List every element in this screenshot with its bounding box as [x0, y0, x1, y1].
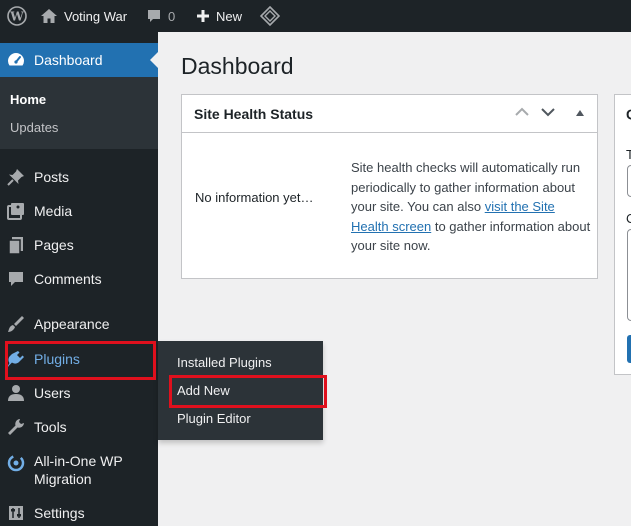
sidebar-item-label: Settings: [34, 505, 85, 521]
quick-draft-widget: Q T C: [614, 94, 631, 375]
new-content-menu[interactable]: New: [196, 0, 242, 32]
title-input[interactable]: [627, 165, 631, 197]
move-up-button[interactable]: [512, 103, 532, 123]
sidebar-item-users[interactable]: Users: [0, 376, 158, 410]
title-field-label: T: [626, 147, 631, 162]
paintbrush-icon: [6, 314, 26, 334]
no-information-text: No information yet…: [195, 190, 314, 205]
sidebar-item-label: All-in-One WP Migration: [34, 452, 123, 488]
diamond-icon: [260, 6, 280, 26]
chevron-down-icon: [541, 104, 555, 122]
site-name: Voting War: [64, 8, 128, 24]
pushpin-icon: [6, 167, 26, 187]
sidebar-item-label-line1: All-in-One WP: [34, 453, 123, 469]
wrench-icon: [6, 417, 26, 437]
speech-bubble-icon: [146, 8, 162, 24]
sidebar-item-label: Comments: [34, 271, 102, 287]
wordpress-logo-icon: W: [7, 6, 27, 26]
widget-title: Site Health Status: [194, 106, 314, 122]
sidebar-item-label: Users: [34, 385, 71, 401]
submenu-item-plugin-editor[interactable]: Plugin Editor: [177, 411, 251, 426]
site-name-link[interactable]: Voting War: [40, 0, 127, 32]
chevron-up-icon: [515, 104, 529, 122]
settings-sliders-icon: [6, 503, 26, 523]
page-title: Dashboard: [181, 53, 294, 79]
content-textarea[interactable]: [627, 229, 631, 321]
sidebar-item-label-line2: Migration: [34, 471, 92, 487]
sidebar-item-label: Dashboard: [34, 52, 103, 68]
sidebar-item-label: Pages: [34, 237, 74, 253]
comments-count: 0: [168, 8, 176, 24]
admin-sidebar: Dashboard Home Updates Posts Media Pages…: [0, 32, 158, 526]
plus-icon: [196, 9, 210, 23]
site-health-widget: Site Health Status No information yet… S…: [181, 94, 598, 279]
sidebar-item-settings[interactable]: Settings: [0, 496, 158, 526]
sidebar-item-posts[interactable]: Posts: [0, 160, 158, 194]
home-icon: [40, 8, 58, 24]
pages-icon: [6, 235, 26, 255]
sidebar-item-label: Posts: [34, 169, 70, 185]
add-new-highlight-box: [169, 375, 327, 408]
plugins-highlight-box: [5, 341, 156, 380]
sidebar-item-comments[interactable]: Comments: [0, 262, 158, 296]
sidebar-item-label: Appearance: [34, 316, 110, 332]
sidebar-item-tools[interactable]: Tools: [0, 410, 158, 444]
comment-icon: [6, 269, 26, 289]
sidebar-item-label: Media: [34, 203, 73, 219]
sidebar-item-media[interactable]: Media: [0, 194, 158, 228]
wordpress-menu[interactable]: W: [4, 0, 30, 32]
caret-up-icon: [575, 104, 585, 122]
new-label: New: [216, 8, 243, 24]
sidebar-item-dashboard[interactable]: Dashboard: [0, 43, 158, 77]
sidebar-item-appearance[interactable]: Appearance: [0, 307, 158, 341]
submenu-item-home[interactable]: Home: [10, 92, 46, 107]
widget-header: Site Health Status: [182, 95, 597, 133]
submenu-item-installed-plugins[interactable]: Installed Plugins: [177, 355, 272, 370]
site-health-description: Site health checks will automatically ru…: [351, 158, 591, 256]
comments-link[interactable]: 0: [146, 0, 175, 32]
gauge-icon: [6, 50, 26, 70]
user-icon: [6, 383, 26, 403]
migration-icon: [6, 453, 26, 473]
move-down-button[interactable]: [538, 103, 558, 123]
media-icon: [6, 201, 26, 221]
current-menu-arrow: [150, 52, 158, 68]
sidebar-item-all-in-one-wp-migration[interactable]: All-in-One WP Migration: [0, 448, 158, 492]
sidebar-item-pages[interactable]: Pages: [0, 228, 158, 262]
content-field-label: C: [626, 211, 631, 226]
save-draft-button[interactable]: [627, 335, 631, 363]
toggle-panel-button[interactable]: [570, 103, 590, 123]
submenu-item-updates[interactable]: Updates: [10, 120, 58, 135]
widget-title: Q: [626, 106, 631, 122]
admin-bar: W Voting War 0 New: [0, 0, 631, 32]
svg-text:W: W: [9, 10, 24, 24]
dashboard-submenu: Home Updates: [0, 77, 158, 149]
sidebar-item-label: Tools: [34, 419, 67, 435]
plugin-toolbar-button[interactable]: [260, 0, 280, 32]
